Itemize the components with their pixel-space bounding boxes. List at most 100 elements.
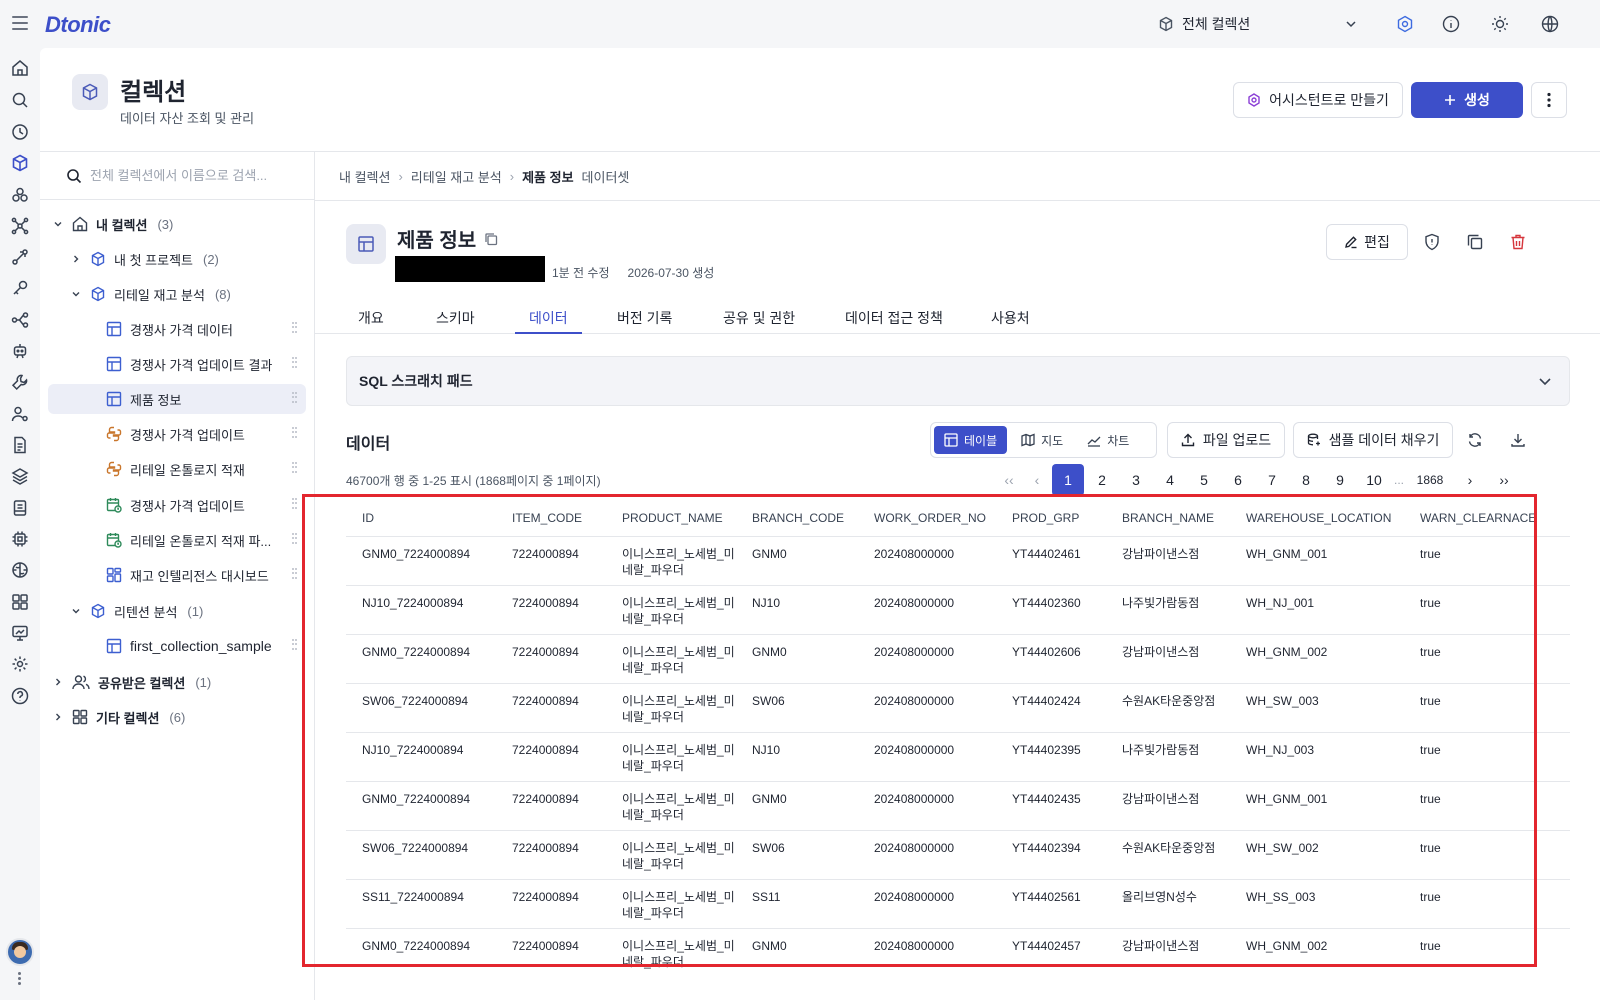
column-header[interactable]: WAREHOUSE_LOCATION [1230, 500, 1404, 537]
column-header[interactable]: ITEM_CODE [496, 500, 606, 537]
wrench-icon[interactable] [10, 372, 30, 392]
tree-other-collections[interactable]: 기타 컬렉션 (6) [52, 702, 302, 732]
brain-icon[interactable] [10, 560, 30, 580]
tree-schedule-competitor-update[interactable]: 경쟁사 가격 업데이트 [48, 490, 306, 520]
app-logo[interactable]: Dtonic [45, 12, 111, 38]
prev-page-icon[interactable]: ‹ [1023, 464, 1051, 496]
monitor-chart-icon[interactable] [10, 623, 30, 643]
tree-first-project[interactable]: 내 첫 프로젝트 (2) [70, 244, 302, 274]
table-row[interactable]: GNM0_7224000894 7224000894 이니스프리_노세범_미네랄_파… [346, 634, 1570, 684]
drag-handle-icon[interactable] [292, 322, 298, 334]
edit-button[interactable]: 편집 [1326, 224, 1408, 260]
user-avatar[interactable] [6, 938, 34, 966]
column-header[interactable]: WORK_ORDER_NO [858, 500, 996, 537]
column-header[interactable]: ID [346, 500, 496, 537]
user-settings-icon[interactable] [10, 404, 30, 424]
page-button[interactable]: 9 [1323, 464, 1357, 496]
view-map-button[interactable]: 지도 [1011, 426, 1073, 454]
tab-sharing[interactable]: 공유 및 권한 [723, 308, 795, 334]
assistant-icon[interactable] [1395, 14, 1415, 34]
tab-usage[interactable]: 사용처 [991, 308, 1030, 334]
tree-python-ontology-load[interactable]: 리테일 온톨로지 적재 [48, 454, 306, 484]
globe-icon[interactable] [1540, 14, 1560, 34]
tree-dataset-product-info[interactable]: 제품 정보 [48, 384, 306, 414]
page-button[interactable]: 5 [1187, 464, 1221, 496]
page-button[interactable]: 2 [1085, 464, 1119, 496]
tree-dataset-first-collection-sample[interactable]: first_collection_sample [48, 631, 306, 661]
table-row[interactable]: GNM0_7224000894 7224000894 이니스프리_노세범_미네랄_파… [346, 781, 1570, 831]
drag-handle-icon[interactable] [292, 357, 298, 369]
page-button[interactable]: 8 [1289, 464, 1323, 496]
table-row[interactable]: SW06_7224000894 7224000894 이니스프리_노세범_미네랄_파… [346, 830, 1570, 880]
column-header[interactable]: WARN_CLEARNACE [1404, 500, 1570, 537]
file-upload-button[interactable]: 파일 업로드 [1167, 422, 1285, 458]
collection-search-input[interactable] [90, 168, 300, 183]
column-header[interactable]: BRANCH_NAME [1106, 500, 1230, 537]
tab-access-policy[interactable]: 데이터 접근 정책 [845, 308, 943, 334]
copy-icon[interactable] [484, 232, 498, 246]
apps-icon[interactable] [10, 592, 30, 612]
menu-icon[interactable] [12, 16, 28, 30]
group-icon[interactable] [10, 185, 30, 205]
pipeline-icon[interactable] [10, 247, 30, 267]
layers-icon[interactable] [10, 466, 30, 486]
view-chart-button[interactable]: 차트 [1077, 426, 1139, 454]
assistant-create-button[interactable]: 어시스턴트로 만들기 [1233, 82, 1403, 118]
tree-python-competitor-update[interactable]: 경쟁사 가격 업데이트 [48, 419, 306, 449]
table-row[interactable]: NJ10_7224000894 7224000894 이니스프리_노세범_미네랄_파… [346, 732, 1570, 782]
help-icon[interactable] [10, 686, 30, 706]
tree-dashboard-inventory[interactable]: 재고 인텔리전스 대시보드 [48, 560, 306, 590]
first-page-icon[interactable]: ‹‹ [995, 464, 1023, 496]
page-button-last[interactable]: 1868 [1407, 464, 1453, 496]
search-icon[interactable] [10, 90, 30, 110]
drag-handle-icon[interactable] [292, 427, 298, 439]
table-row[interactable]: SS11_7224000894 7224000894 이니스프리_노세범_미네랄_파… [346, 879, 1570, 929]
shield-icon[interactable] [1422, 232, 1442, 252]
page-button[interactable]: 7 [1255, 464, 1289, 496]
tree-dataset-competitor-price[interactable]: 경쟁사 가격 데이터 [48, 314, 306, 344]
network-icon[interactable] [10, 216, 30, 236]
column-header[interactable]: PROD_GRP [996, 500, 1106, 537]
document-icon[interactable] [10, 435, 30, 455]
tab-schema[interactable]: 스키마 [436, 308, 475, 334]
delete-icon[interactable] [1508, 232, 1528, 252]
tab-version-history[interactable]: 버전 기록 [617, 308, 672, 334]
info-icon[interactable] [1441, 14, 1461, 34]
view-table-button[interactable]: 테이블 [934, 426, 1008, 454]
tree-retention-analysis[interactable]: 리텐션 분석 (1) [70, 596, 302, 626]
page-button[interactable]: 4 [1153, 464, 1187, 496]
tab-data[interactable]: 데이터 [515, 308, 582, 334]
robot-icon[interactable] [10, 341, 30, 361]
collection-icon[interactable] [10, 153, 30, 173]
flow-icon[interactable] [10, 310, 30, 330]
table-row[interactable]: GNM0_7224000894 7224000894 이니스프리_노세범_미네랄_파… [346, 536, 1570, 586]
table-row[interactable]: GNM0_7224000894 7224000894 이니스프리_노세범_미네랄_파… [346, 928, 1570, 976]
tree-shared-collections[interactable]: 공유받은 컬렉션 (1) [52, 667, 302, 697]
drag-handle-icon[interactable] [292, 568, 298, 580]
home-icon[interactable] [10, 58, 30, 78]
sun-icon[interactable] [1490, 14, 1510, 34]
drag-handle-icon[interactable] [292, 639, 298, 651]
next-page-icon[interactable]: › [1453, 464, 1487, 496]
download-icon[interactable] [1508, 430, 1528, 450]
column-header[interactable]: BRANCH_CODE [736, 500, 858, 537]
duplicate-icon[interactable] [1465, 232, 1485, 252]
chip-icon[interactable] [10, 529, 30, 549]
breadcrumb-item[interactable]: 내 컬렉션 [339, 167, 390, 186]
more-options-button[interactable] [1531, 82, 1567, 118]
breadcrumb-item[interactable]: 리테일 재고 분석 [411, 167, 502, 186]
page-button[interactable]: 6 [1221, 464, 1255, 496]
history-icon[interactable] [10, 122, 30, 142]
collection-select[interactable]: 전체 컬렉션 [1158, 12, 1358, 36]
table-row[interactable]: NJ10_7224000894 7224000894 이니스프리_노세범_미네랄_파… [346, 585, 1570, 635]
last-page-icon[interactable]: ›› [1487, 464, 1521, 496]
tab-overview[interactable]: 개요 [358, 308, 384, 334]
tree-dataset-competitor-update-result[interactable]: 경쟁사 가격 업데이트 결과 [48, 349, 306, 379]
sql-scratchpad-toggle[interactable]: SQL 스크래치 패드 [346, 356, 1570, 406]
tree-my-collections[interactable]: 내 컬렉션 (3) [52, 209, 302, 239]
key-icon[interactable] [10, 278, 30, 298]
drag-handle-icon[interactable] [292, 533, 298, 545]
drag-handle-icon[interactable] [292, 462, 298, 474]
rail-more-icon[interactable] [18, 972, 22, 987]
drag-handle-icon[interactable] [292, 392, 298, 404]
